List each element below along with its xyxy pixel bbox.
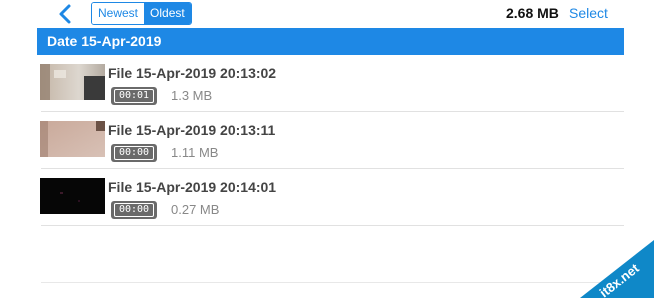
duration-badge: 00:00 xyxy=(111,144,157,162)
video-thumbnail xyxy=(40,64,105,100)
chevron-left-icon xyxy=(59,4,71,24)
video-thumbnail xyxy=(40,178,105,214)
total-size-label: 2.68 MB xyxy=(506,5,559,21)
sort-newest-button[interactable]: Newest xyxy=(92,3,145,24)
duration-badge: 00:00 xyxy=(111,201,157,219)
list-bottom-divider xyxy=(41,282,624,283)
duration-badge: 00:01 xyxy=(111,87,157,105)
file-name: File 15-Apr-2019 20:14:01 xyxy=(108,179,277,195)
duration-label: 00:00 xyxy=(114,203,154,217)
file-name: File 15-Apr-2019 20:13:11 xyxy=(108,122,276,138)
select-button[interactable]: Select xyxy=(569,5,608,21)
file-row[interactable]: File 15-Apr-2019 20:14:01 00:00 0.27 MB xyxy=(37,169,624,226)
back-button[interactable] xyxy=(56,3,76,25)
video-thumbnail xyxy=(40,121,105,157)
date-section-title: Date 15-Apr-2019 xyxy=(47,33,162,49)
file-size: 1.11 MB xyxy=(171,145,219,160)
file-name: File 15-Apr-2019 20:13:02 xyxy=(108,65,277,81)
file-size: 0.27 MB xyxy=(171,202,220,217)
file-size: 1.3 MB xyxy=(171,88,213,103)
duration-label: 00:01 xyxy=(114,89,154,103)
top-bar: Newest Oldest 2.68 MB Select xyxy=(0,0,660,27)
duration-label: 00:00 xyxy=(114,146,154,160)
row-divider xyxy=(41,225,624,226)
sort-segmented-control: Newest Oldest xyxy=(91,2,192,25)
sort-oldest-button[interactable]: Oldest xyxy=(144,3,191,24)
watermark-logo: it8x.net xyxy=(580,240,654,298)
file-row[interactable]: File 15-Apr-2019 20:13:11 00:00 1.11 MB xyxy=(37,112,624,169)
file-row[interactable]: File 15-Apr-2019 20:13:02 00:01 1.3 MB xyxy=(37,55,624,112)
date-section-header: Date 15-Apr-2019 xyxy=(37,28,624,55)
